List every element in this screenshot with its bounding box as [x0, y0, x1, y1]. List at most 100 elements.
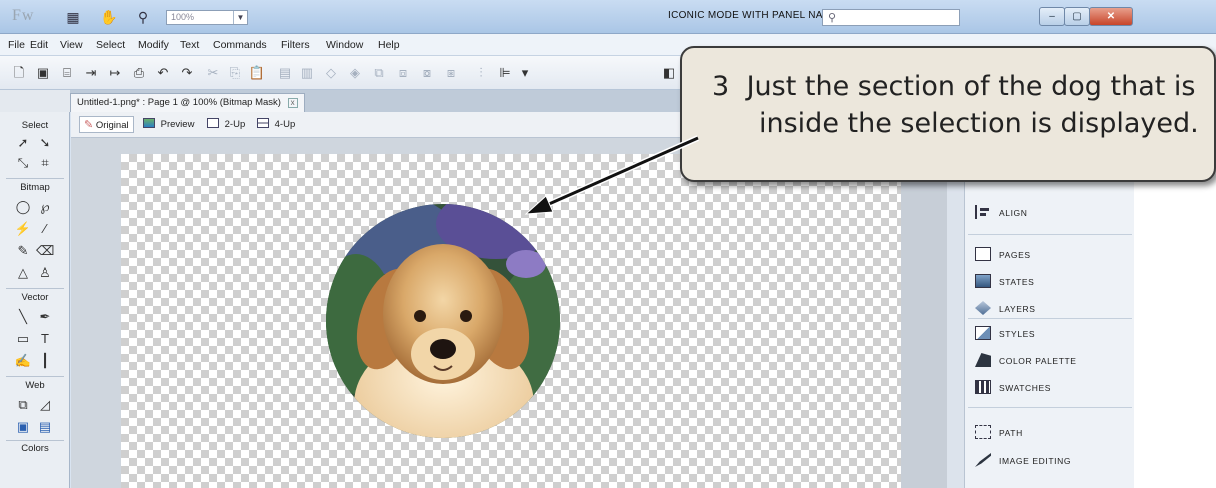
menu-commands[interactable]: Commands — [213, 39, 267, 51]
text-icon[interactable]: T — [36, 330, 54, 348]
masked-dog-photo[interactable] — [326, 204, 560, 438]
tab-document[interactable]: Untitled-1.png* : Page 1 @ 100% (Bitmap … — [70, 93, 305, 112]
search-icon: ⚲ — [828, 12, 837, 24]
print-icon[interactable]: ⎙ — [130, 64, 148, 82]
tools-panel: Select ➚ ➘ ⤡ ⌗ Bitmap ◯ ℘ ⚡ ⁄ ✎ ⌫ △ ♙ Ve… — [0, 112, 70, 488]
split-icon[interactable]: ◈ — [346, 64, 364, 82]
panel-states[interactable]: STATES — [975, 273, 1034, 291]
export-icon[interactable]: ↦ — [106, 64, 124, 82]
tab-2up-label: 2-Up — [224, 119, 246, 130]
panel-align-label: ALIGN — [999, 208, 1028, 218]
tools-divider — [6, 376, 64, 377]
subselect-icon[interactable]: ➘ — [36, 134, 54, 152]
hand-icon[interactable]: ✋ — [100, 9, 118, 25]
copy-icon[interactable]: ⎘ — [226, 64, 244, 82]
maximize-button[interactable]: ▢ — [1064, 7, 1090, 26]
panel-layers-label: LAYERS — [999, 304, 1036, 314]
menu-file[interactable]: File — [8, 39, 25, 51]
menu-window[interactable]: Window — [326, 39, 363, 51]
fireworks-logo: Fw — [12, 7, 35, 24]
eraser-icon[interactable]: ⌫ — [36, 242, 54, 260]
menu-select[interactable]: Select — [96, 39, 125, 51]
color-palette-icon — [975, 353, 991, 367]
canvas-gutter — [901, 154, 947, 488]
new-file-icon[interactable]: 🗋 — [10, 64, 28, 82]
tab-original[interactable]: ✎ Original — [79, 116, 134, 133]
group-icon[interactable]: ▤ — [276, 64, 294, 82]
panel-swatches[interactable]: SWATCHES — [975, 379, 1051, 397]
panel-color-palette[interactable]: COLOR PALETTE — [975, 352, 1077, 370]
panel-align[interactable]: ALIGN — [975, 204, 1028, 222]
menu-help[interactable]: Help — [378, 39, 400, 51]
minimize-button[interactable]: ‒ — [1039, 7, 1065, 26]
zoom-select[interactable]: 100% ▼ — [166, 10, 248, 25]
chevron-down-icon[interactable]: ▼ — [233, 11, 247, 24]
hide-slices-icon[interactable]: ▣ — [14, 418, 32, 436]
two-up-icon — [207, 118, 219, 128]
marquee-icon[interactable]: ◯ — [14, 198, 32, 216]
menu-filters[interactable]: Filters — [281, 39, 310, 51]
panel-pages[interactable]: PAGES — [975, 246, 1031, 264]
knife-icon[interactable]: ┃ — [36, 352, 54, 370]
cut-icon[interactable]: ✂ — [204, 64, 222, 82]
panel-layers[interactable]: LAYERS — [975, 300, 1036, 318]
join-icon[interactable]: ◇ — [322, 64, 340, 82]
bring-front-icon[interactable]: ⧉ — [370, 64, 388, 82]
tab-2up[interactable]: 2-Up — [203, 116, 249, 133]
freeform-icon[interactable]: ✍ — [14, 352, 32, 370]
show-slices-icon[interactable]: ▤ — [36, 418, 54, 436]
pointer-icon[interactable]: ➚ — [14, 134, 32, 152]
panel-styles[interactable]: STYLES — [975, 325, 1035, 343]
slice-icon[interactable]: ◿ — [36, 396, 54, 414]
send-back-icon[interactable]: ⧆ — [442, 64, 460, 82]
search-input[interactable]: ⚲ — [822, 9, 960, 26]
paste-icon[interactable]: 📋 — [248, 64, 266, 82]
open-icon[interactable]: ⌸ — [58, 64, 76, 82]
app-window: Fw ▦ ✋ ⚲ 100% ▼ ICONIC MODE WITH PANEL N… — [0, 0, 1216, 488]
hotspot-icon[interactable]: ⧉ — [14, 396, 32, 414]
tab-preview[interactable]: Preview — [139, 116, 198, 133]
blur-icon[interactable]: △ — [14, 264, 32, 282]
crop-icon[interactable]: ⌗ — [36, 154, 54, 172]
scale-icon[interactable]: ⤡ — [14, 154, 32, 172]
distribute-icon[interactable]: ⊫ — [496, 64, 514, 82]
panel-image-editing[interactable]: IMAGE EDITING — [975, 452, 1071, 470]
layout-icon[interactable]: ▦ — [64, 9, 82, 25]
send-backward-icon[interactable]: ⧇ — [418, 64, 436, 82]
close-icon[interactable]: x — [287, 98, 298, 108]
line-icon[interactable]: ╲ — [14, 308, 32, 326]
tab-original-label: Original — [95, 120, 129, 131]
rubber-stamp-icon[interactable]: ♙ — [36, 264, 54, 282]
tab-4up[interactable]: 4-Up — [253, 116, 299, 133]
zoom-icon[interactable]: ⚲ — [134, 9, 152, 25]
panel-divider — [968, 407, 1132, 408]
menu-text[interactable]: Text — [180, 39, 199, 51]
close-button[interactable]: ✕ — [1089, 7, 1133, 26]
rectangle-icon[interactable]: ▭ — [14, 330, 32, 348]
align-icon — [975, 205, 991, 219]
align-icon[interactable]: ⫶ — [472, 64, 490, 82]
magic-wand-icon[interactable]: ⚡ — [14, 220, 32, 238]
path-icon — [975, 425, 991, 439]
pen-icon[interactable]: ✒ — [36, 308, 54, 326]
chevron-down-icon[interactable]: ▾ — [516, 64, 534, 82]
document-canvas[interactable] — [121, 154, 901, 488]
rotate-icon[interactable]: ◧ — [660, 64, 678, 82]
bring-forward-icon[interactable]: ⧈ — [394, 64, 412, 82]
layers-icon — [975, 301, 991, 315]
pencil-icon[interactable]: ✎ — [14, 242, 32, 260]
import-icon[interactable]: ⇥ — [82, 64, 100, 82]
save-icon[interactable]: ▣ — [34, 64, 52, 82]
image-editing-icon — [975, 453, 991, 467]
menu-edit[interactable]: Edit — [30, 39, 48, 51]
panel-path[interactable]: PATH — [975, 424, 1023, 442]
lasso-icon[interactable]: ℘ — [36, 198, 54, 216]
menu-view[interactable]: View — [60, 39, 83, 51]
redo-icon[interactable]: ↷ — [178, 64, 196, 82]
brush-icon[interactable]: ⁄ — [36, 220, 54, 238]
panel-swatches-label: SWATCHES — [999, 383, 1052, 393]
undo-icon[interactable]: ↶ — [154, 64, 172, 82]
menu-modify[interactable]: Modify — [138, 39, 169, 51]
ungroup-icon[interactable]: ▥ — [298, 64, 316, 82]
panel-color-palette-label: COLOR PALETTE — [999, 356, 1077, 366]
